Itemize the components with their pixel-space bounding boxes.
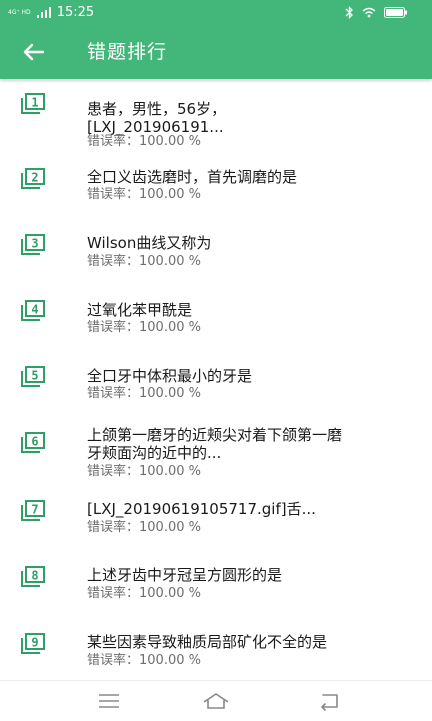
number-badge-icon: 2 xyxy=(21,168,45,189)
question-text: 过氧化苯甲酰是 xyxy=(87,301,407,319)
question-line: 某些因素导致釉质局部矿化不全的是 xyxy=(87,633,328,651)
back-arrow-icon xyxy=(23,43,45,61)
question-line: 全口牙中体积最小的牙是 xyxy=(87,367,253,385)
number-badge-label: 6 xyxy=(31,435,38,449)
error-rate-value: 100.00 % xyxy=(139,134,201,149)
error-rate: 错误率：100.00 % xyxy=(87,386,201,402)
battery-icon xyxy=(384,6,407,18)
number-badge-icon: 1 xyxy=(21,93,45,114)
error-rate: 错误率：100.00 % xyxy=(87,187,201,203)
error-rate-value: 100.00 % xyxy=(139,320,201,335)
list-item[interactable]: 1 患者，男性，56岁， [LXJ_201906191... 错误率：100.0… xyxy=(0,80,432,149)
list-item[interactable]: 8 上述牙齿中牙冠呈方圆形的是 错误率：100.00 % xyxy=(0,564,432,630)
question-line: 全口义齿选磨时，首先调磨的是 xyxy=(87,168,298,186)
back-icon xyxy=(321,694,338,711)
number-badge-icon: 3 xyxy=(21,234,45,255)
number-badge-label: 2 xyxy=(31,171,38,185)
status-bar: 4G⁺ HD 15:25 xyxy=(0,0,432,24)
number-badge-label: 4 xyxy=(31,303,38,317)
number-badge-icon: 4 xyxy=(21,300,45,321)
bluetooth-icon xyxy=(345,5,353,19)
home-button[interactable] xyxy=(201,689,231,713)
back-nav-button[interactable] xyxy=(314,689,344,713)
number-badge-icon: 9 xyxy=(21,633,45,654)
signal-icon xyxy=(36,6,51,18)
error-rate-label: 错误率： xyxy=(87,134,140,149)
question-text: 某些因素导致釉质局部矿化不全的是 xyxy=(87,633,407,651)
number-badge-icon: 8 xyxy=(21,566,45,587)
error-rate: 错误率：100.00 % xyxy=(87,653,201,669)
list-item[interactable]: 2 全口义齿选磨时，首先调磨的是 错误率：100.00 % xyxy=(0,160,432,226)
error-rate-label: 错误率： xyxy=(87,320,140,335)
page-title: 错题排行 xyxy=(87,41,168,63)
list-item[interactable]: 6 上颌第一磨牙的近颊尖对着下颌第一磨 牙颊面沟的近中的... 错误率：100.… xyxy=(0,424,432,490)
error-rate: 错误率：100.00 % xyxy=(87,134,201,150)
status-right xyxy=(345,4,408,20)
menu-button[interactable] xyxy=(94,689,124,713)
question-line: [LXJ_20190619105717.gif]舌... xyxy=(87,500,316,518)
list-item[interactable]: 9 某些因素导致釉质局部矿化不全的是 错误率：100.00 % xyxy=(0,630,432,680)
question-text: 上述牙齿中牙冠呈方圆形的是 xyxy=(87,566,407,584)
error-rate-label: 错误率： xyxy=(87,586,140,601)
error-rate-label: 错误率： xyxy=(87,386,140,401)
error-rate: 错误率：100.00 % xyxy=(87,586,201,602)
error-rate-label: 错误率： xyxy=(87,520,140,535)
error-rate-value: 100.00 % xyxy=(139,586,201,601)
error-rate-label: 错误率： xyxy=(87,254,140,269)
number-badge-icon: 6 xyxy=(21,432,45,453)
question-text: 全口牙中体积最小的牙是 xyxy=(87,367,407,385)
error-rate-value: 100.00 % xyxy=(139,187,201,202)
app-bar: 错题排行 xyxy=(0,24,432,79)
status-time: 15:25 xyxy=(56,4,95,20)
list-item[interactable]: 3 Wilson曲线又称为 错误率：100.00 % xyxy=(0,226,432,292)
number-badge-label: 7 xyxy=(31,503,38,517)
error-rate-label: 错误率： xyxy=(87,653,140,668)
back-button[interactable] xyxy=(20,38,48,66)
error-rate: 错误率：100.00 % xyxy=(87,464,201,480)
question-line: 患者，男性，56岁， xyxy=(87,100,227,118)
number-badge-icon: 7 xyxy=(21,500,45,521)
home-icon xyxy=(203,693,229,709)
error-rate-value: 100.00 % xyxy=(139,254,201,269)
question-line: 牙颊面沟的近中的... xyxy=(87,444,222,462)
question-line: 过氧化苯甲酰是 xyxy=(87,301,193,319)
list-item[interactable]: 4 过氧化苯甲酰是 错误率：100.00 % xyxy=(0,292,432,358)
system-nav-bar xyxy=(0,680,432,721)
error-rate-value: 100.00 % xyxy=(139,386,201,401)
error-rate: 错误率：100.00 % xyxy=(87,254,201,270)
error-rate-label: 错误率： xyxy=(87,464,140,479)
number-badge-label: 5 xyxy=(31,369,38,383)
question-line: 上颌第一磨牙的近颊尖对着下颌第一磨 xyxy=(87,426,343,444)
question-text: Wilson曲线又称为 xyxy=(87,234,407,252)
number-badge-label: 9 xyxy=(31,636,38,650)
question-list: 1 患者，男性，56岁， [LXJ_201906191... 错误率：100.0… xyxy=(0,80,432,680)
wifi-icon xyxy=(362,7,376,17)
number-badge-label: 8 xyxy=(31,569,38,583)
error-rate: 错误率：100.00 % xyxy=(87,320,201,336)
error-rate-value: 100.00 % xyxy=(139,520,201,535)
list-item[interactable]: 7 [LXJ_20190619105717.gif]舌... 错误率：100.0… xyxy=(0,498,432,564)
error-rate-label: 错误率： xyxy=(87,187,140,202)
status-left: 4G⁺ HD 15:25 xyxy=(8,4,94,20)
question-text: [LXJ_20190619105717.gif]舌... xyxy=(87,500,407,518)
number-badge-icon: 5 xyxy=(21,366,45,387)
error-rate: 错误率：100.00 % xyxy=(87,520,201,536)
error-rate-value: 100.00 % xyxy=(139,653,201,668)
error-rate-value: 100.00 % xyxy=(139,464,201,479)
question-line: Wilson曲线又称为 xyxy=(87,234,212,252)
question-text: 全口义齿选磨时，首先调磨的是 xyxy=(87,168,407,186)
question-text: 患者，男性，56岁， [LXJ_201906191... xyxy=(87,100,407,136)
network-indicator: 4G⁺ HD xyxy=(8,8,31,16)
list-item[interactable]: 5 全口牙中体积最小的牙是 错误率：100.00 % xyxy=(0,358,432,424)
number-badge-label: 1 xyxy=(31,96,38,110)
question-line: 上述牙齿中牙冠呈方圆形的是 xyxy=(87,566,283,584)
menu-icon xyxy=(99,694,119,708)
number-badge-label: 3 xyxy=(31,237,38,251)
question-text: 上颌第一磨牙的近颊尖对着下颌第一磨 牙颊面沟的近中的... xyxy=(87,426,407,462)
